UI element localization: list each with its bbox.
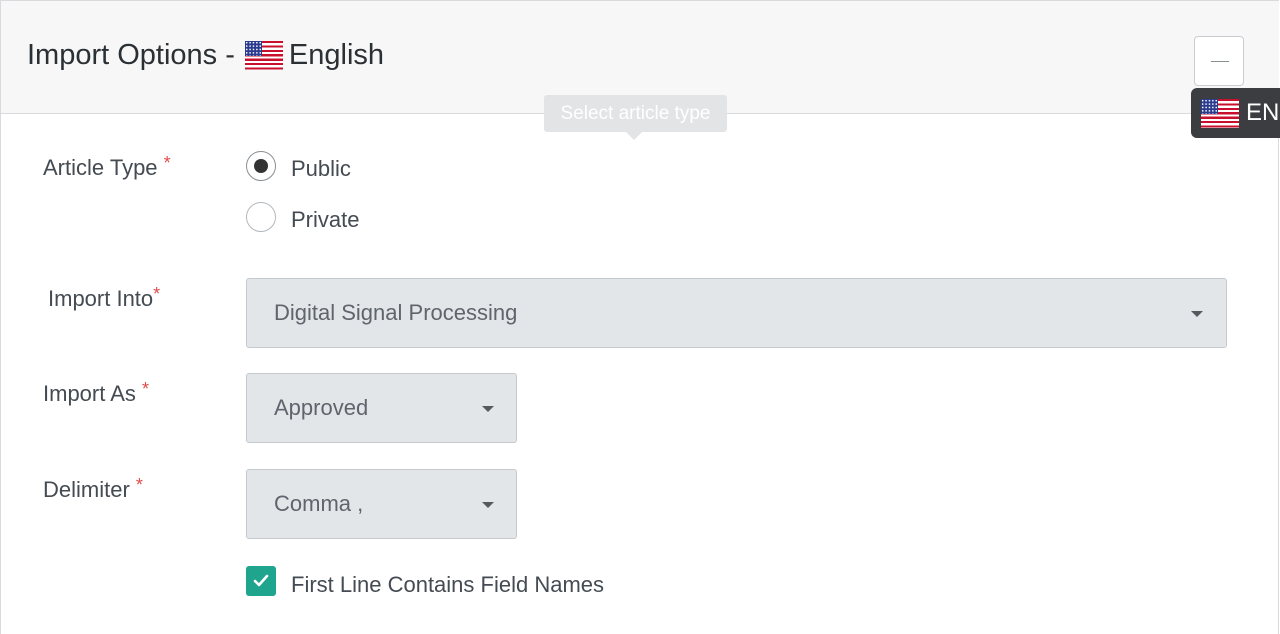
us-flag-icon <box>244 40 283 70</box>
caret-down-icon <box>482 406 494 412</box>
radio-private-label[interactable]: Private <box>291 207 359 233</box>
first-line-field-names-label[interactable]: First Line Contains Field Names <box>291 572 604 598</box>
import-as-value: Approved <box>274 395 369 420</box>
caret-down-icon <box>1191 311 1203 317</box>
required-asterisk: * <box>163 153 171 173</box>
language-switcher[interactable]: EN <box>1191 88 1280 138</box>
title-prefix: Import Options - <box>27 39 235 71</box>
radio-public-label[interactable]: Public <box>291 156 351 182</box>
title-language: English <box>288 39 385 71</box>
import-as-select[interactable]: Approved <box>246 373 517 443</box>
collapse-button[interactable] <box>1194 36 1244 86</box>
required-asterisk: * <box>153 284 161 304</box>
import-into-select[interactable]: Digital Signal Processing <box>246 278 1227 348</box>
delimiter-label: Delimiter * <box>43 475 143 502</box>
import-into-label: Import Into* <box>48 284 161 311</box>
panel-title: Import Options - English <box>27 37 384 73</box>
tooltip-select-article-type: Select article type <box>544 95 727 140</box>
import-into-value: Digital Signal Processing <box>274 300 518 325</box>
import-as-label: Import As * <box>43 379 150 406</box>
minus-icon <box>1211 61 1229 62</box>
checkmark-icon <box>253 574 269 587</box>
radio-public[interactable] <box>246 151 276 181</box>
us-flag-icon <box>1201 98 1239 128</box>
caret-down-icon <box>482 502 494 508</box>
delimiter-select[interactable]: Comma , <box>246 469 517 539</box>
first-line-field-names-checkbox[interactable] <box>246 566 276 596</box>
delimiter-value: Comma , <box>274 491 364 516</box>
language-code: EN <box>1246 99 1280 126</box>
required-asterisk: * <box>142 379 150 399</box>
article-type-label: Article Type * <box>43 153 171 180</box>
radio-selected-dot <box>254 159 268 173</box>
radio-private[interactable] <box>246 202 276 232</box>
required-asterisk: * <box>135 475 143 495</box>
